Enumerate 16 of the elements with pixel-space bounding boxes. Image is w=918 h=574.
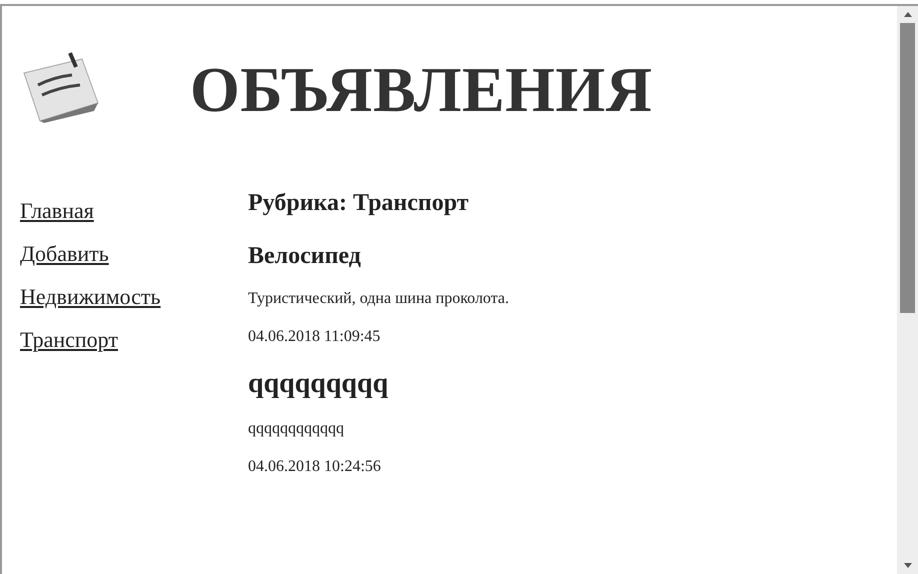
nav-link[interactable]: Добавить — [20, 241, 109, 267]
nav-link[interactable]: Транспорт — [20, 327, 118, 353]
ad-date: 04.06.2018 10:24:56 — [248, 458, 381, 476]
scroll-thumb[interactable] — [900, 23, 915, 313]
ad-title: qqqqqqqqq — [248, 368, 388, 400]
ad-text: qqqqqqqqqqqq — [248, 420, 344, 438]
scrollbar[interactable] — [897, 6, 918, 574]
ad-title: Велосипед — [248, 243, 361, 270]
category-heading: Рубрика: Транспорт — [248, 190, 469, 217]
scroll-up-icon[interactable] — [904, 12, 912, 17]
ad-date: 04.06.2018 11:09:45 — [248, 328, 380, 346]
nav-link[interactable]: Недвижимость — [20, 284, 161, 310]
page-title: ОБЪЯВЛЕНИЯ — [190, 53, 652, 127]
scroll-down-icon[interactable] — [904, 563, 912, 568]
ad-text: Туристический, одна шина проколота. — [248, 290, 510, 308]
nav-link[interactable]: Главная — [20, 198, 94, 224]
